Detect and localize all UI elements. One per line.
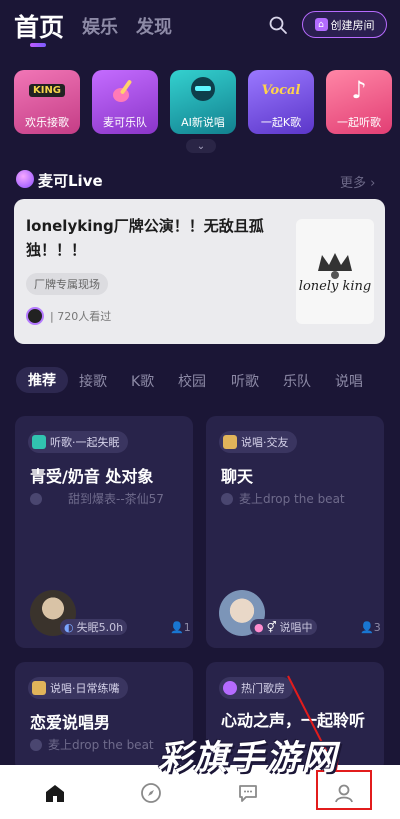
live-more-link[interactable]: 更多 › — [340, 172, 375, 191]
tab-home[interactable]: 首页 — [14, 8, 64, 44]
filter-tab-campus[interactable]: 校园 — [178, 371, 206, 391]
music-disc-icon — [30, 738, 42, 751]
filter-tab-rap[interactable]: 说唱 — [335, 371, 363, 391]
ai-robot-icon — [170, 70, 236, 110]
filter-tab-band[interactable]: 乐队 — [283, 371, 311, 391]
home-icon[interactable] — [44, 782, 66, 804]
room-badge: 说唱·日常练嘴 — [28, 677, 128, 699]
filter-tab-karaoke[interactable]: K歌 — [131, 371, 154, 391]
category-label: AI新说唱 — [181, 116, 225, 129]
category-label: 欢乐接歌 — [25, 116, 69, 129]
gender-icon: ⚥ — [266, 620, 277, 634]
filter-tab-recommend[interactable]: 推荐 — [16, 367, 68, 393]
moon-icon: ◐ — [64, 620, 74, 634]
category-ai-rap[interactable]: AI新说唱 — [170, 70, 236, 134]
category-listen-together[interactable]: ♪ 一起听歌 — [326, 70, 392, 134]
status-chip: ● ⚥ 说唱中 — [250, 619, 317, 635]
category-karaoke-together[interactable]: Vocal 一起K歌 — [248, 70, 314, 134]
tab-discover[interactable]: 发现 — [136, 13, 172, 39]
room-song: 麦上drop the beat — [30, 736, 154, 753]
vocal-record-icon: Vocal — [261, 82, 301, 98]
tab-entertainment[interactable]: 娱乐 — [82, 13, 118, 39]
viewer-count: | 720人看过 — [50, 310, 112, 323]
live-headline: lonelyking厂牌公演！！无敌且孤独！！！ — [26, 217, 264, 259]
headphone-icon — [32, 435, 46, 449]
active-tab-indicator — [30, 43, 46, 47]
compass-icon[interactable] — [140, 782, 162, 804]
room-badge: 说唱·交友 — [219, 431, 297, 453]
rap-mic-icon — [223, 435, 237, 449]
live-logo-icon — [16, 170, 34, 188]
room-badge: 热门歌房 — [219, 677, 293, 699]
live-poster: lonely king — [296, 219, 374, 324]
room-song: 甜到爆表--茶仙57 — [30, 490, 180, 507]
rap-mic-icon — [32, 681, 46, 695]
create-room-label: 创建房间 — [330, 18, 375, 32]
avatar — [26, 307, 44, 325]
member-count: 👤1 — [170, 621, 191, 634]
watermark: 彩旗手游网 — [158, 738, 338, 778]
category-label: 一起听歌 — [337, 116, 381, 129]
category-label: 麦可乐队 — [103, 116, 147, 129]
room-badge: 听歌·一起失眠 — [28, 431, 128, 453]
room-title: 恋爱说唱男 — [30, 713, 111, 732]
category-happy-song-relay[interactable]: KING 欢乐接歌 — [14, 70, 80, 134]
room-title: 聊天 — [221, 467, 254, 486]
king-logo-icon: KING — [14, 70, 80, 110]
mic-icon: ● — [254, 620, 264, 634]
create-room-button[interactable]: ⌂ 创建房间 — [302, 11, 387, 38]
hot-room-icon — [223, 681, 237, 695]
house-icon: ⌂ — [314, 18, 328, 31]
music-disc-icon — [221, 492, 233, 505]
room-song: 麦上drop the beat — [221, 490, 345, 507]
live-tag: 厂牌专属现场 — [26, 273, 108, 295]
status-chip: ◐ 失眠5.0h — [60, 619, 128, 635]
crown-skull-icon — [318, 253, 352, 279]
filter-tab-song-relay[interactable]: 接歌 — [79, 371, 107, 391]
room-title: 青受/奶音 处对象 — [30, 467, 154, 486]
chevron-down-icon[interactable]: ⌄ — [186, 139, 216, 153]
member-count: 👤3 — [360, 621, 381, 634]
filter-tab-listen[interactable]: 听歌 — [231, 371, 259, 391]
live-section-title: 麦可Live — [38, 172, 103, 190]
chat-icon[interactable] — [237, 782, 259, 804]
guitar-icon — [92, 70, 158, 110]
category-mike-band[interactable]: 麦可乐队 — [92, 70, 158, 134]
music-disc-icon — [30, 492, 42, 505]
search-icon[interactable] — [268, 15, 288, 35]
music-note-icon: ♪ — [351, 76, 367, 104]
category-label: 一起K歌 — [260, 116, 302, 129]
